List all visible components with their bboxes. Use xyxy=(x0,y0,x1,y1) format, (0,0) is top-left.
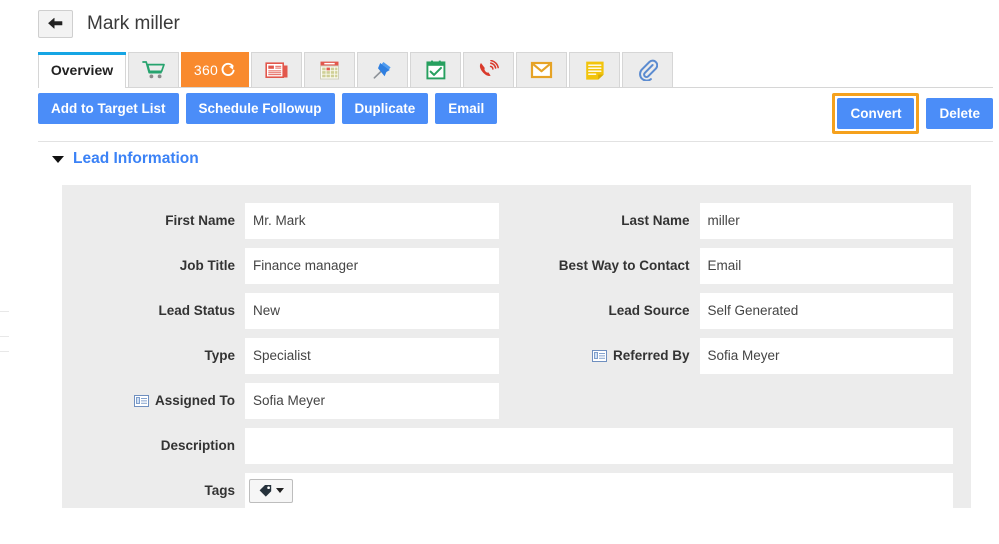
tab-notes[interactable] xyxy=(569,52,620,87)
field-lead-source-value[interactable]: Self Generated xyxy=(699,292,953,329)
field-lead-status-label: Lead Status xyxy=(158,303,235,318)
convert-button-highlight: Convert xyxy=(832,93,920,134)
field-description: Description xyxy=(62,423,971,468)
arrow-left-icon xyxy=(47,17,64,31)
tab-calendar-check[interactable] xyxy=(410,52,461,87)
tab-email[interactable] xyxy=(516,52,567,87)
field-best-way-to-contact-value[interactable]: Email xyxy=(699,247,953,284)
field-last-name-value[interactable]: miller xyxy=(699,202,953,239)
field-assigned-to-value[interactable]: Sofia Meyer xyxy=(245,382,499,419)
vcard-icon xyxy=(591,349,607,362)
field-spacer xyxy=(517,378,972,423)
tab-calendar[interactable] xyxy=(304,52,355,87)
field-first-name: First Name Mr. Mark xyxy=(62,198,517,243)
field-lead-source: Lead Source Self Generated xyxy=(517,288,972,333)
field-referred-by-label: Referred By xyxy=(612,348,690,363)
field-job-title: Job Title Finance manager xyxy=(62,243,517,288)
record-tab-bar: Overview 360 xyxy=(38,52,993,88)
chevron-down-icon[interactable] xyxy=(52,155,64,163)
refresh-circle-icon xyxy=(219,62,236,79)
field-last-name: Last Name miller xyxy=(517,198,972,243)
paperclip-icon xyxy=(638,59,658,81)
field-lead-status: Lead Status New xyxy=(62,288,517,333)
field-first-name-label: First Name xyxy=(165,213,235,228)
tab-360-label: 360 xyxy=(193,62,219,78)
field-type-label: Type xyxy=(204,348,235,363)
phone-ring-icon xyxy=(477,59,500,81)
tab-overview-label: Overview xyxy=(50,62,114,78)
page-title: Mark miller xyxy=(87,13,180,34)
tag-selector-button[interactable] xyxy=(249,478,293,503)
schedule-followup-button[interactable]: Schedule Followup xyxy=(185,93,335,124)
delete-button[interactable]: Delete xyxy=(926,98,993,129)
field-referred-by: Referred By Sofia Meyer xyxy=(517,333,972,378)
field-description-value[interactable] xyxy=(245,427,953,464)
field-description-label: Description xyxy=(160,438,235,453)
field-type: Type Specialist xyxy=(62,333,517,378)
add-to-target-list-button[interactable]: Add to Target List xyxy=(38,93,179,124)
tab-overview[interactable]: Overview xyxy=(38,52,126,88)
field-type-value[interactable]: Specialist xyxy=(245,337,499,374)
tab-attachments[interactable] xyxy=(622,52,673,87)
action-button-bar: Add to Target List Schedule Followup Dup… xyxy=(38,93,993,134)
field-referred-by-value[interactable]: Sofia Meyer xyxy=(699,337,953,374)
tab-phone[interactable] xyxy=(463,52,514,87)
newspaper-icon xyxy=(264,61,289,80)
convert-button[interactable]: Convert xyxy=(837,98,915,129)
vcard-icon xyxy=(133,394,149,407)
field-best-way-to-contact: Best Way to Contact Email xyxy=(517,243,972,288)
field-best-way-to-contact-label: Best Way to Contact xyxy=(558,258,690,273)
calendar-check-icon xyxy=(425,60,447,81)
edge-artifact xyxy=(0,351,9,352)
edge-artifact xyxy=(0,336,9,337)
lead-information-panel: First Name Mr. Mark Last Name miller Job… xyxy=(62,185,972,509)
field-tags-value[interactable] xyxy=(245,472,953,509)
field-job-title-value[interactable]: Finance manager xyxy=(245,247,499,284)
chevron-down-icon xyxy=(276,488,284,493)
tag-icon xyxy=(258,483,273,498)
page-header: Mark miller xyxy=(38,10,180,38)
shopping-cart-icon xyxy=(141,60,166,80)
pin-icon xyxy=(371,59,395,81)
field-lead-status-value[interactable]: New xyxy=(245,292,499,329)
field-last-name-label: Last Name xyxy=(621,213,690,228)
field-first-name-value[interactable]: Mr. Mark xyxy=(245,202,499,239)
lead-detail-page: Mark miller Overview 360 Add to Target L… xyxy=(0,0,999,544)
section-divider xyxy=(38,141,993,142)
field-tags: Tags xyxy=(62,468,971,513)
tab-newspaper[interactable] xyxy=(251,52,302,87)
field-lead-source-label: Lead Source xyxy=(608,303,690,318)
field-tags-label: Tags xyxy=(204,483,235,498)
calendar-icon xyxy=(318,60,341,81)
field-assigned-to-label: Assigned To xyxy=(154,393,235,408)
duplicate-button[interactable]: Duplicate xyxy=(341,93,429,124)
edge-artifact xyxy=(0,311,9,312)
envelope-icon xyxy=(530,61,553,79)
tab-360[interactable]: 360 xyxy=(181,52,249,87)
field-assigned-to: Assigned To Sofia Meyer xyxy=(62,378,517,423)
email-button[interactable]: Email xyxy=(435,93,498,124)
lead-information-section-header[interactable]: Lead Information xyxy=(52,150,199,168)
tab-shopping-cart[interactable] xyxy=(128,52,179,87)
field-job-title-label: Job Title xyxy=(179,258,235,273)
note-icon xyxy=(584,60,606,81)
tab-pin[interactable] xyxy=(357,52,408,87)
section-title: Lead Information xyxy=(73,150,199,167)
back-button[interactable] xyxy=(38,10,73,38)
